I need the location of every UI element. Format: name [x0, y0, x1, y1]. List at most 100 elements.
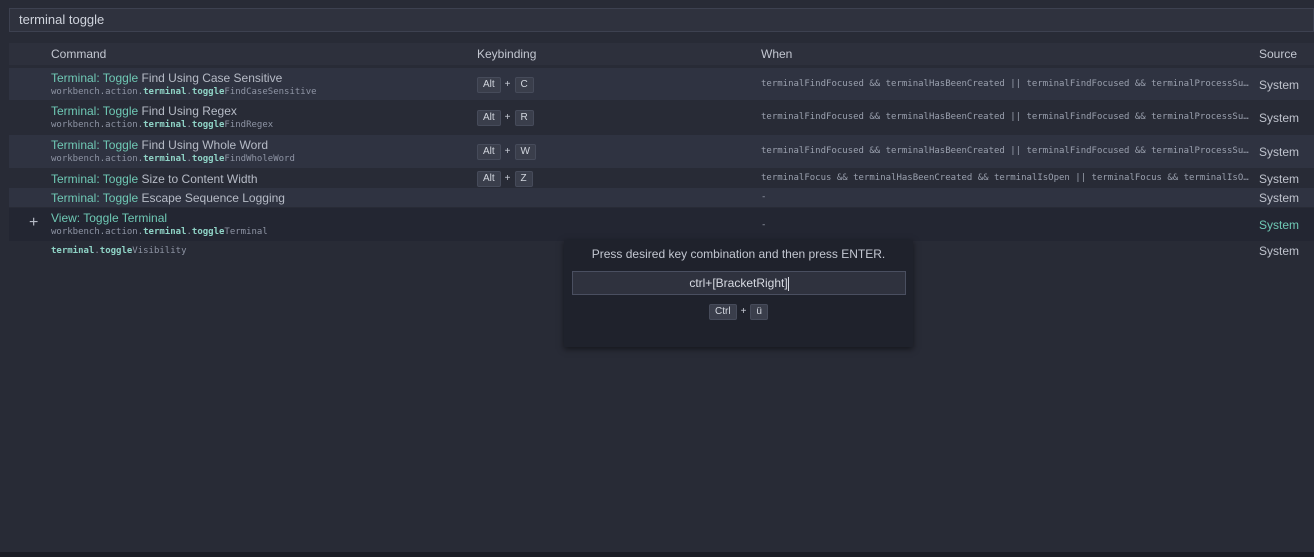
command-title-match: Toggle Terminal — [83, 211, 168, 225]
command-title-rest: Escape Sequence Logging — [138, 191, 285, 205]
key-label: W — [514, 144, 536, 160]
source-cell: System — [1259, 218, 1300, 232]
key-label: C — [514, 77, 534, 93]
table-row[interactable]: Terminal: Toggle Find Using Whole Word w… — [9, 135, 1314, 168]
command-cell: Terminal: Toggle Size to Content Width — [51, 172, 258, 186]
keybinding-cell: Alt + C — [477, 77, 534, 93]
command-id-part: workbench.action. — [51, 154, 144, 164]
when-cell: terminalFindFocused && terminalHasBeenCr… — [761, 79, 1253, 89]
command-id-part: Visibility — [132, 246, 187, 256]
key-separator: + — [504, 79, 511, 90]
command-id-match: toggle — [191, 227, 225, 237]
key-label: Z — [514, 171, 533, 187]
command-title-rest: Find Using Case Sensitive — [138, 71, 283, 85]
source-cell: System — [1259, 191, 1300, 205]
table-row[interactable]: Terminal: Toggle Escape Sequence Logging… — [9, 188, 1314, 207]
dialog-message: Press desired key combination and then p… — [591, 247, 886, 261]
command-id: workbench.action.terminal.toggleFindWhol… — [51, 152, 295, 166]
search-input[interactable]: terminal toggle — [9, 8, 1314, 32]
command-title-match: Terminal: Toggle — [51, 138, 139, 152]
plus-icon[interactable]: + — [29, 215, 38, 231]
command-id-part: FindWholeWord — [224, 154, 295, 164]
command-title-match: Terminal: Toggle — [51, 71, 139, 85]
table-header: Command Keybinding When Source — [9, 43, 1314, 65]
command-title: Terminal: Toggle Find Using Whole Word — [51, 138, 295, 152]
command-title-rest: Find Using Regex — [138, 104, 237, 118]
column-header-source[interactable]: Source — [1259, 47, 1297, 61]
command-id-part: workbench.action. — [51, 120, 144, 130]
command-cell: Terminal: Toggle Find Using Case Sensiti… — [51, 71, 317, 99]
when-cell: - — [761, 192, 767, 202]
command-cell: Terminal: Toggle Escape Sequence Logging — [51, 191, 285, 205]
command-id-part: FindRegex — [224, 120, 274, 130]
command-id-match: toggle — [191, 87, 225, 97]
command-cell: View: Toggle Terminal workbench.action.t… — [51, 211, 268, 239]
key-separator: + — [740, 306, 747, 317]
command-id: workbench.action.terminal.toggleFindRege… — [51, 118, 273, 132]
keybinding-cell: Alt + W — [477, 144, 536, 160]
keybinding-cell: Alt + Z — [477, 171, 533, 187]
command-title: Terminal: Toggle Find Using Case Sensiti… — [51, 71, 317, 85]
table-row[interactable]: Terminal: Toggle Size to Content Width A… — [9, 169, 1314, 188]
source-cell: System — [1259, 244, 1300, 258]
column-header-keybinding[interactable]: Keybinding — [477, 47, 536, 61]
command-title-rest: Size to Content Width — [138, 172, 258, 186]
key-label: ü — [750, 304, 768, 320]
command-title-match: Terminal: Toggle — [51, 104, 139, 118]
key-separator: + — [504, 146, 511, 157]
command-title-rest: Find Using Whole Word — [138, 138, 269, 152]
column-header-when[interactable]: When — [761, 47, 792, 61]
command-cell: Terminal: Toggle Find Using Whole Word w… — [51, 138, 295, 166]
source-cell: System — [1259, 78, 1300, 92]
command-id-part: FindCaseSensitive — [224, 87, 317, 97]
command-id-match: terminal — [51, 246, 95, 256]
command-id-match: terminal — [143, 154, 187, 164]
command-title-match: Terminal: Toggle — [51, 172, 139, 186]
when-cell: terminalFocus && terminalHasBeenCreated … — [761, 173, 1253, 183]
command-id-match: toggle — [191, 154, 225, 164]
command-id-match: toggle — [99, 246, 133, 256]
when-cell: - — [761, 220, 767, 230]
command-id-match: terminal — [143, 227, 187, 237]
command-id-match: toggle — [191, 120, 225, 130]
command-id-match: terminal — [143, 87, 187, 97]
text-caret — [787, 276, 789, 291]
command-id-part: Terminal — [224, 227, 268, 237]
status-bar — [0, 552, 1314, 557]
command-title: Terminal: Toggle Find Using Regex — [51, 104, 273, 118]
command-id-part: workbench.action. — [51, 87, 144, 97]
key-separator: + — [504, 112, 511, 123]
key-label: Alt — [477, 110, 501, 126]
command-id: workbench.action.terminal.toggleTerminal — [51, 225, 268, 239]
command-title: Terminal: Toggle Size to Content Width — [51, 172, 258, 186]
key-label: R — [514, 110, 534, 126]
when-cell: terminalFindFocused && terminalHasBeenCr… — [761, 112, 1253, 122]
column-header-command[interactable]: Command — [51, 47, 106, 61]
source-cell: System — [1259, 145, 1300, 159]
source-cell: System — [1259, 172, 1300, 186]
keybinding-preview: Ctrl + ü — [564, 304, 913, 320]
keybinding-dialog: Press desired key combination and then p… — [564, 240, 913, 347]
when-cell: terminalFindFocused && terminalHasBeenCr… — [761, 146, 1253, 156]
command-title: View: Toggle Terminal — [51, 211, 268, 225]
keybinding-input[interactable]: ctrl+[BracketRight] — [572, 271, 906, 295]
table-row-selected[interactable]: + View: Toggle Terminal workbench.action… — [9, 208, 1314, 241]
command-cell: terminal.toggleVisibility — [51, 244, 186, 258]
table-row[interactable]: Terminal: Toggle Find Using Case Sensiti… — [9, 68, 1314, 100]
command-id-match: terminal — [143, 120, 187, 130]
key-label: Ctrl — [709, 304, 737, 320]
keybinding-input-value: ctrl+[BracketRight] — [689, 276, 788, 290]
command-id-part: workbench.action. — [51, 227, 144, 237]
command-id: terminal.toggleVisibility — [51, 244, 186, 258]
key-label: Alt — [477, 171, 501, 187]
command-cell: Terminal: Toggle Find Using Regex workbe… — [51, 104, 273, 132]
source-cell: System — [1259, 111, 1300, 125]
table-row[interactable]: Terminal: Toggle Find Using Regex workbe… — [9, 101, 1314, 134]
command-title: Terminal: Toggle Escape Sequence Logging — [51, 191, 285, 205]
key-label: Alt — [477, 77, 501, 93]
command-id: workbench.action.terminal.toggleFindCase… — [51, 85, 317, 99]
keybinding-cell: Alt + R — [477, 110, 534, 126]
key-separator: + — [504, 173, 511, 184]
command-title-category: View: — [51, 211, 84, 225]
command-title-match: Terminal: Toggle — [51, 191, 139, 205]
